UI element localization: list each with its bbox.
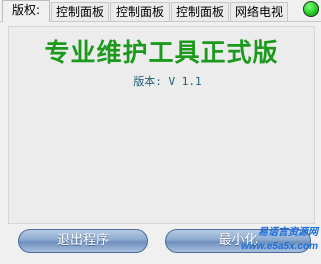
watermark-line2: www.e5a5x.com [241, 241, 318, 252]
watermark: 易语言资源网 www.e5a5x.com [238, 226, 318, 254]
tab-bar: 版权: 控制面板 控制面板 控制面板 网络电视 [0, 0, 321, 22]
tab-control-panel-3[interactable]: 控制面板 [171, 2, 229, 21]
tab-network-tv[interactable]: 网络电视 [230, 2, 288, 21]
tab-control-panel-1[interactable]: 控制面板 [51, 2, 109, 21]
watermark-line1: 易语言资源网 [258, 227, 318, 238]
content-panel: 专业维护工具正式版 版本: V 1.1 [8, 26, 315, 224]
tab-control-panel-2[interactable]: 控制面板 [110, 2, 170, 21]
version-label: 版本: V 1.1 [133, 75, 202, 88]
exit-button[interactable]: 退出程序 [18, 229, 148, 253]
status-dot-icon [303, 1, 319, 17]
page-title: 专业维护工具正式版 [44, 38, 279, 67]
tab-copyright[interactable]: 版权: [2, 0, 50, 22]
